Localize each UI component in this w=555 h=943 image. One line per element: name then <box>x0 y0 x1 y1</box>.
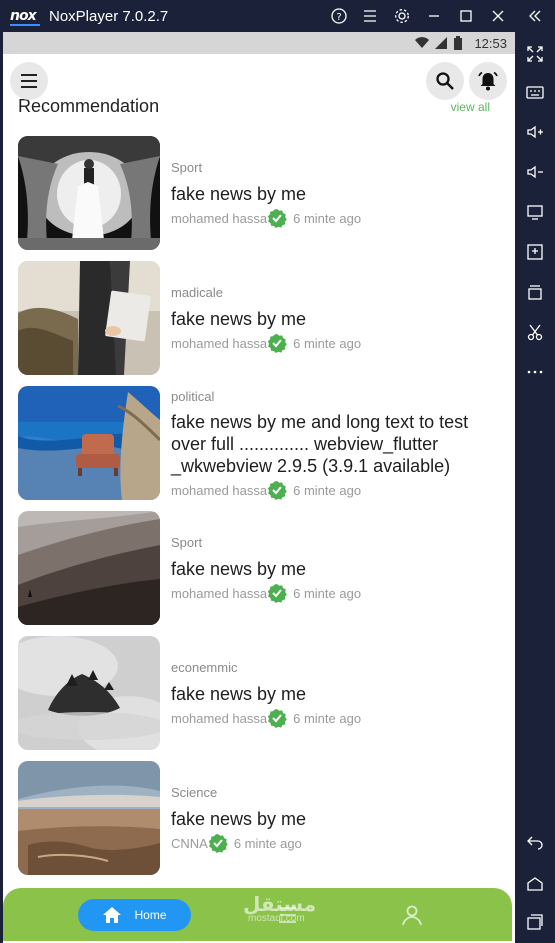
news-time: 6 minte ago <box>293 210 362 226</box>
news-category: political <box>171 389 215 404</box>
screen-icon[interactable] <box>525 202 545 222</box>
profile-icon[interactable] <box>399 902 425 928</box>
news-category: econemmic <box>171 660 238 675</box>
keyboard-icon[interactable] <box>525 82 545 102</box>
window-titlebar: nox NoxPlayer 7.0.2.7 ? <box>0 0 555 32</box>
news-headline: fake news by me <box>171 184 307 204</box>
news-item[interactable]: madicale fake news by me mohamed hassa 6… <box>3 261 515 375</box>
hamburger-icon <box>21 74 37 88</box>
news-thumbnail <box>18 761 160 875</box>
nav-home-label: Home <box>134 908 167 922</box>
drawer-menu-button[interactable] <box>10 62 48 100</box>
settings-icon[interactable] <box>392 6 412 26</box>
news-author: CNNA <box>171 835 208 851</box>
verified-icon <box>268 481 287 500</box>
news-item[interactable]: Science fake news by me CNNA 6 minte ago <box>3 761 515 875</box>
multi-instance-icon[interactable] <box>525 282 545 302</box>
section-title: Recommendation <box>18 96 160 116</box>
news-thumbnail <box>18 636 160 750</box>
maximize-icon[interactable] <box>456 6 476 26</box>
news-time: 6 minte ago <box>293 585 362 601</box>
apk-install-icon[interactable] <box>525 242 545 262</box>
news-time: 6 minte ago <box>293 335 362 351</box>
bell-ringing-icon <box>478 71 498 91</box>
news-thumbnail <box>18 386 160 500</box>
android-statusbar: 12:53 <box>3 32 515 54</box>
recent-apps-icon[interactable] <box>525 912 545 932</box>
battery-icon <box>454 36 462 50</box>
news-meta: mohamed hassa 6 minte ago <box>171 480 361 500</box>
collapse-icon[interactable] <box>525 6 545 26</box>
nox-logo: nox <box>10 8 40 26</box>
news-author: mohamed hassa <box>171 710 268 726</box>
news-headline: fake news by me <box>171 809 307 829</box>
news-category: Sport <box>171 160 203 175</box>
close-icon[interactable] <box>488 6 508 26</box>
news-meta: mohamed hassa 6 minte ago <box>171 583 361 603</box>
help-icon[interactable]: ? <box>329 6 349 26</box>
news-category: Science <box>171 785 218 800</box>
home-icon[interactable] <box>525 874 545 894</box>
fullscreen-icon[interactable] <box>525 44 545 64</box>
volume-up-icon[interactable] <box>525 122 545 142</box>
news-headline: fake news by me <box>171 559 307 579</box>
news-thumbnail <box>18 261 160 375</box>
view-all-link[interactable]: view all <box>451 100 490 114</box>
news-time: 6 minte ago <box>293 710 362 726</box>
wifi-icon <box>415 37 429 48</box>
news-nav-icon[interactable] <box>275 902 301 928</box>
nav-home-button[interactable]: Home <box>78 899 191 931</box>
scissors-icon[interactable] <box>525 322 545 342</box>
news-thumbnail <box>18 136 160 250</box>
news-category: Sport <box>171 535 203 550</box>
verified-icon <box>268 584 287 603</box>
status-time: 12:53 <box>474 36 507 51</box>
news-headline: fake news by me and long text to test ov… <box>171 412 469 476</box>
verified-icon <box>208 834 228 853</box>
news-thumbnail <box>18 511 160 625</box>
search-icon <box>436 72 454 90</box>
news-author: mohamed hassa <box>171 482 268 498</box>
news-time: 6 minte ago <box>233 835 302 851</box>
home-icon <box>103 907 122 923</box>
svg-text:?: ? <box>336 12 341 23</box>
news-item[interactable]: political fake news by me and long text … <box>3 386 515 500</box>
verified-icon <box>268 334 287 353</box>
news-meta: mohamed hassa 6 minte ago <box>171 333 361 353</box>
news-author: mohamed hassa <box>171 335 268 351</box>
news-author: mohamed hassa <box>171 210 268 226</box>
news-meta: mohamed hassa 6 minte ago <box>171 208 361 228</box>
minimize-icon[interactable] <box>424 6 444 26</box>
news-meta: CNNA 6 minte ago <box>171 833 302 853</box>
more-icon[interactable] <box>525 362 545 382</box>
news-headline: fake news by me <box>171 684 307 704</box>
news-item[interactable]: Sport fake news by me mohamed hassa 6 mi… <box>3 136 515 250</box>
news-author: mohamed hassa <box>171 585 268 601</box>
signal-icon <box>435 37 447 49</box>
phone-screen: 12:53 Recommendation view all Sport fake… <box>3 32 515 943</box>
window-title: NoxPlayer 7.0.2.7 <box>49 8 169 25</box>
verified-icon <box>268 209 287 228</box>
bottom-navigation: Home مستقل mostaql.com <box>3 888 512 941</box>
news-item[interactable]: econemmic fake news by me mohamed hassa … <box>3 636 515 750</box>
emulator-sidebar <box>515 32 555 943</box>
news-time: 6 minte ago <box>293 482 362 498</box>
news-meta: mohamed hassa 6 minte ago <box>171 708 361 728</box>
search-button[interactable] <box>426 62 464 100</box>
news-item[interactable]: Sport fake news by me mohamed hassa 6 mi… <box>3 511 515 625</box>
volume-down-icon[interactable] <box>525 162 545 182</box>
verified-icon <box>268 709 287 728</box>
news-headline: fake news by me <box>171 309 307 329</box>
back-icon[interactable] <box>525 832 545 852</box>
menu-icon[interactable] <box>360 6 380 26</box>
notifications-button[interactable] <box>469 62 507 100</box>
news-category: madicale <box>171 285 224 300</box>
